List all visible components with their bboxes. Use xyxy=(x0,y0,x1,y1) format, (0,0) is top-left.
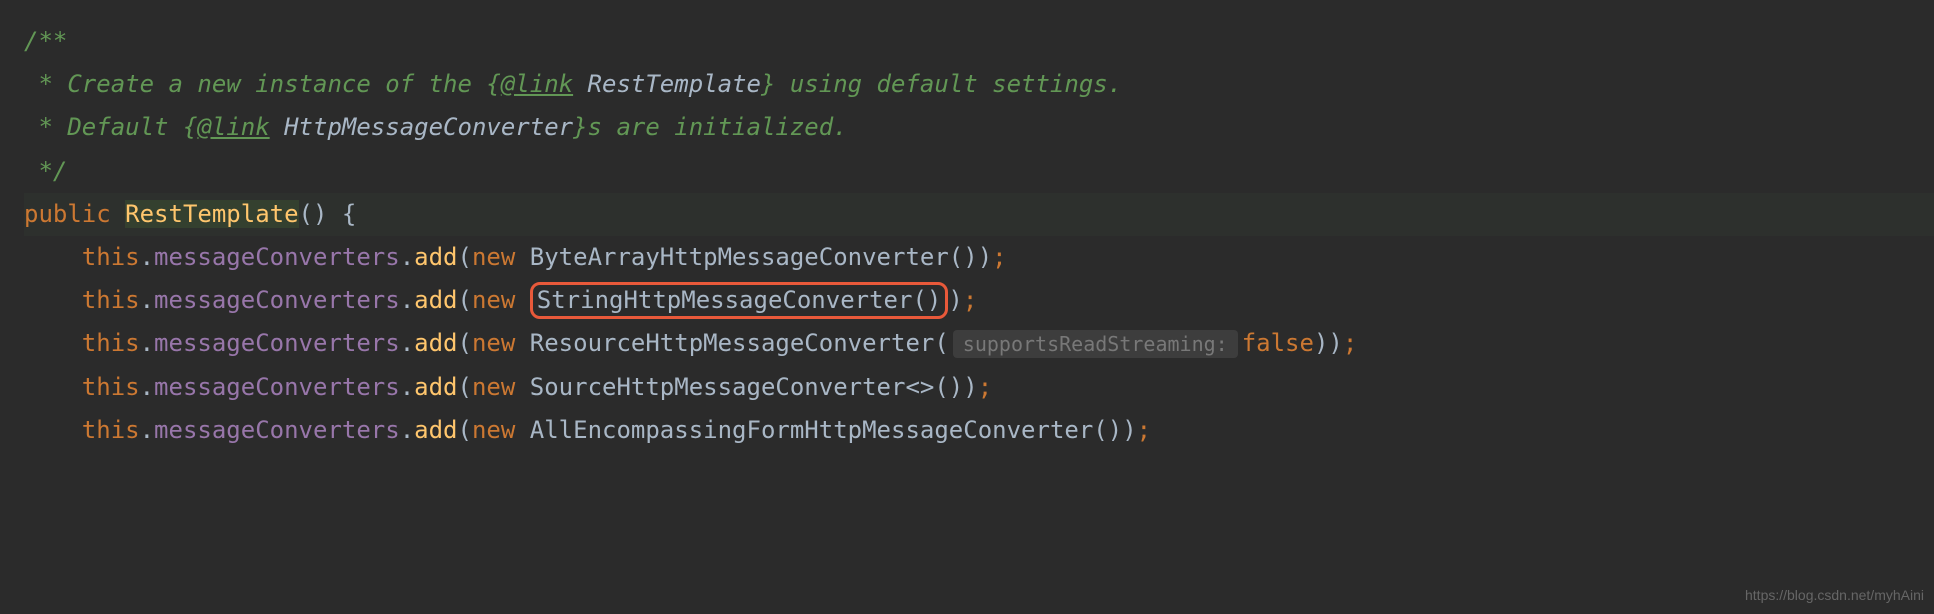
javadoc-close: */ xyxy=(24,150,1934,193)
class-allencompassing: AllEncompassingFormHttpMessageConverter xyxy=(530,416,1094,444)
code-line-5: this.messageConverters.add(new AllEncomp… xyxy=(24,409,1934,452)
javadoc-link-tag: @link xyxy=(197,113,269,141)
code-line-2: this.messageConverters.add(new StringHtt… xyxy=(24,279,1934,322)
parameter-hint: supportsReadStreaming: xyxy=(953,330,1238,358)
highlighted-selection: StringHttpMessageConverter() xyxy=(530,282,949,319)
code-line-1: this.messageConverters.add(new ByteArray… xyxy=(24,236,1934,279)
field-messageConverters: messageConverters xyxy=(154,243,400,271)
class-stringhttp: StringHttpMessageConverter xyxy=(537,286,913,314)
keyword-false: false xyxy=(1242,329,1314,357)
method-add: add xyxy=(414,243,457,271)
comment-text: /** xyxy=(24,27,67,55)
javadoc-line-2: * Default {@link HttpMessageConverter}s … xyxy=(24,106,1934,149)
keyword-public: public xyxy=(24,200,111,228)
class-resource: ResourceHttpMessageConverter xyxy=(530,329,935,357)
watermark-text: https://blog.csdn.net/myhAini xyxy=(1745,583,1924,608)
javadoc-line-1: * Create a new instance of the {@link Re… xyxy=(24,63,1934,106)
code-line-4: this.messageConverters.add(new SourceHtt… xyxy=(24,366,1934,409)
class-source: SourceHttpMessageConverter xyxy=(530,373,906,401)
code-line-3: this.messageConverters.add(new ResourceH… xyxy=(24,322,1934,365)
constructor-name: RestTemplate xyxy=(125,200,298,228)
class-bytearray: ByteArrayHttpMessageConverter xyxy=(530,243,949,271)
javadoc-open: /** xyxy=(24,20,1934,63)
javadoc-link-tag: @link xyxy=(501,70,573,98)
code-editor: /** * Create a new instance of the {@lin… xyxy=(0,20,1934,452)
constructor-declaration: public RestTemplate() { xyxy=(24,193,1934,236)
